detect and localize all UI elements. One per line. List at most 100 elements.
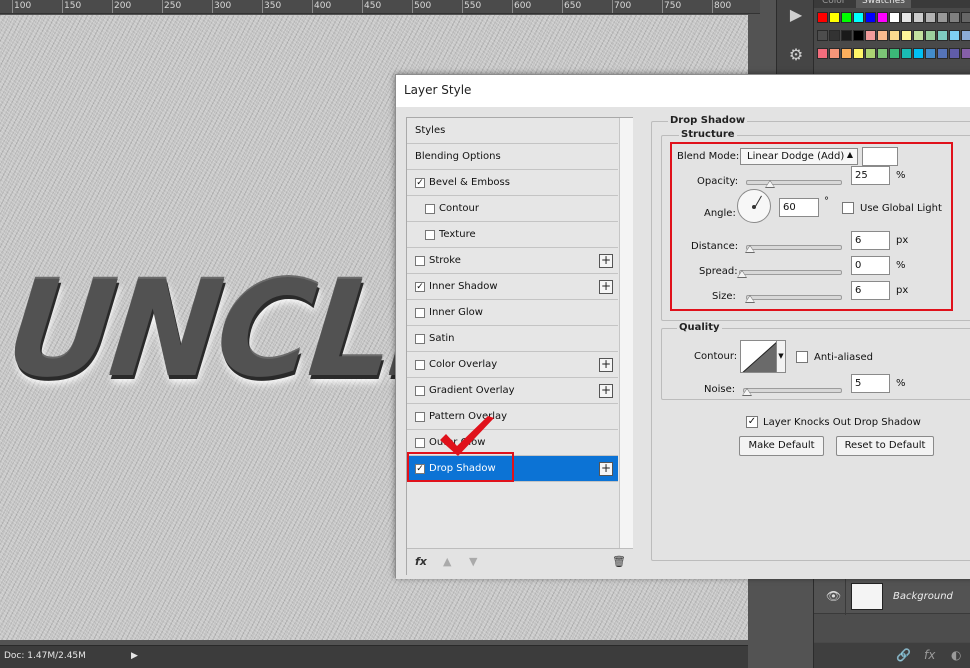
anti-aliased-checkbox[interactable] <box>796 351 808 363</box>
style-checkbox[interactable] <box>415 256 425 266</box>
layer-row-background[interactable]: 👁 Background <box>814 578 970 615</box>
ruler-tick-label: 650 <box>564 1 582 11</box>
add-effect-plus-icon[interactable]: + <box>599 358 613 372</box>
swatch[interactable] <box>877 30 888 41</box>
swatch[interactable] <box>949 48 960 59</box>
swatch[interactable] <box>877 48 888 59</box>
adjustment-layer-icon[interactable]: ◐ <box>951 648 961 662</box>
swatch[interactable] <box>889 48 900 59</box>
tab-swatches[interactable]: Swatches <box>856 0 911 8</box>
swatch[interactable] <box>865 12 876 23</box>
style-checkbox[interactable] <box>415 438 425 448</box>
add-effect-plus-icon[interactable]: + <box>599 254 613 268</box>
fx-menu-icon[interactable]: fx <box>415 555 427 568</box>
noise-input[interactable]: 5 <box>851 374 890 393</box>
noise-slider-track[interactable] <box>743 388 842 393</box>
style-item-gradient-overlay[interactable]: Gradient Overlay + <box>407 378 618 404</box>
swatch[interactable] <box>829 12 840 23</box>
swatch[interactable] <box>829 30 840 41</box>
fx-icon[interactable]: fx <box>924 648 935 662</box>
swatch[interactable] <box>853 30 864 41</box>
style-checkbox[interactable] <box>415 360 425 370</box>
tab-color[interactable]: Color <box>816 0 852 8</box>
style-item-color-overlay[interactable]: Color Overlay + <box>407 352 618 378</box>
style-checkbox[interactable] <box>425 204 435 214</box>
style-item-styles[interactable]: Styles <box>407 118 618 144</box>
style-checkbox[interactable]: ✓ <box>415 178 425 188</box>
style-item-inner-shadow[interactable]: ✓ Inner Shadow + <box>407 274 618 300</box>
styles-list-toolbar: fx ▲ ▼ 🗑 <box>407 548 633 575</box>
style-checkbox[interactable] <box>415 308 425 318</box>
link-layers-icon[interactable]: 🔗 <box>896 648 911 662</box>
swatch[interactable] <box>889 30 900 41</box>
move-up-icon[interactable]: ▲ <box>443 555 451 568</box>
make-default-button[interactable]: Make Default <box>739 436 824 456</box>
style-item-inner-glow[interactable]: Inner Glow <box>407 300 618 326</box>
style-checkbox[interactable] <box>415 334 425 344</box>
reset-to-default-button[interactable]: Reset to Default <box>836 436 934 456</box>
style-item-blending-options[interactable]: Blending Options <box>407 144 618 170</box>
status-menu-arrow-icon[interactable]: ▶ <box>131 651 138 661</box>
swatch[interactable] <box>925 12 936 23</box>
contour-preview[interactable] <box>740 340 777 373</box>
swatch[interactable] <box>829 48 840 59</box>
swatch[interactable] <box>961 12 970 23</box>
add-effect-plus-icon[interactable]: + <box>599 384 613 398</box>
dialog-titlebar[interactable]: Layer Style <box>396 75 970 107</box>
play-action-icon[interactable]: ▶ <box>783 2 809 28</box>
swatch[interactable] <box>901 48 912 59</box>
swatch[interactable] <box>889 12 900 23</box>
swatch[interactable] <box>901 30 912 41</box>
swatch[interactable] <box>877 12 888 23</box>
style-item-texture[interactable]: Texture <box>407 222 618 248</box>
swatch[interactable] <box>925 48 936 59</box>
style-item-bevel-emboss[interactable]: ✓ Bevel & Emboss <box>407 170 618 196</box>
style-item-label: Satin <box>429 333 455 344</box>
style-item-contour[interactable]: Contour <box>407 196 618 222</box>
swatch[interactable] <box>841 48 852 59</box>
swatch[interactable] <box>841 12 852 23</box>
styles-list-scrollbar[interactable] <box>619 118 633 548</box>
layers-footer: 🔗 fx ◐ <box>814 643 970 668</box>
swatch[interactable] <box>949 30 960 41</box>
style-item-stroke[interactable]: Stroke + <box>407 248 618 274</box>
style-checkbox[interactable] <box>415 412 425 422</box>
swatch[interactable] <box>853 48 864 59</box>
swatch[interactable] <box>925 30 936 41</box>
tool-preset-icon[interactable]: ⚙ <box>783 42 809 68</box>
structure-highlight-box <box>670 142 953 311</box>
swatch[interactable] <box>817 30 828 41</box>
swatch[interactable] <box>913 12 924 23</box>
move-down-icon[interactable]: ▼ <box>469 555 477 568</box>
swatch[interactable] <box>817 12 828 23</box>
swatch[interactable] <box>937 48 948 59</box>
swatch[interactable] <box>841 30 852 41</box>
trash-icon[interactable]: 🗑 <box>612 555 626 568</box>
swatch[interactable] <box>937 12 948 23</box>
style-checkbox[interactable]: ✓ <box>415 282 425 292</box>
style-item-satin[interactable]: Satin <box>407 326 618 352</box>
swatch[interactable] <box>865 30 876 41</box>
swatch[interactable] <box>865 48 876 59</box>
noise-slider-thumb[interactable] <box>742 388 752 396</box>
swatch[interactable] <box>937 30 948 41</box>
swatch[interactable] <box>913 30 924 41</box>
swatch[interactable] <box>961 48 970 59</box>
horizontal-ruler: 100 150 200 250 300 350 400 450 500 550 600 650 700 7… <box>0 0 760 14</box>
swatch[interactable] <box>817 48 828 59</box>
knockout-checkbox[interactable]: ✓ <box>746 416 758 428</box>
add-effect-plus-icon[interactable]: + <box>599 462 613 476</box>
layer-name: Background <box>893 591 953 602</box>
swatch[interactable] <box>853 12 864 23</box>
swatch[interactable] <box>961 30 970 41</box>
ruler-tick <box>412 0 413 13</box>
visibility-eye-icon[interactable]: 👁 <box>826 589 841 603</box>
ruler-tick-label: 400 <box>314 1 332 11</box>
style-checkbox[interactable] <box>415 386 425 396</box>
contour-dropdown-icon[interactable]: ▼ <box>777 340 786 373</box>
swatch[interactable] <box>913 48 924 59</box>
swatch[interactable] <box>949 12 960 23</box>
style-checkbox[interactable] <box>425 230 435 240</box>
add-effect-plus-icon[interactable]: + <box>599 280 613 294</box>
swatch[interactable] <box>901 12 912 23</box>
